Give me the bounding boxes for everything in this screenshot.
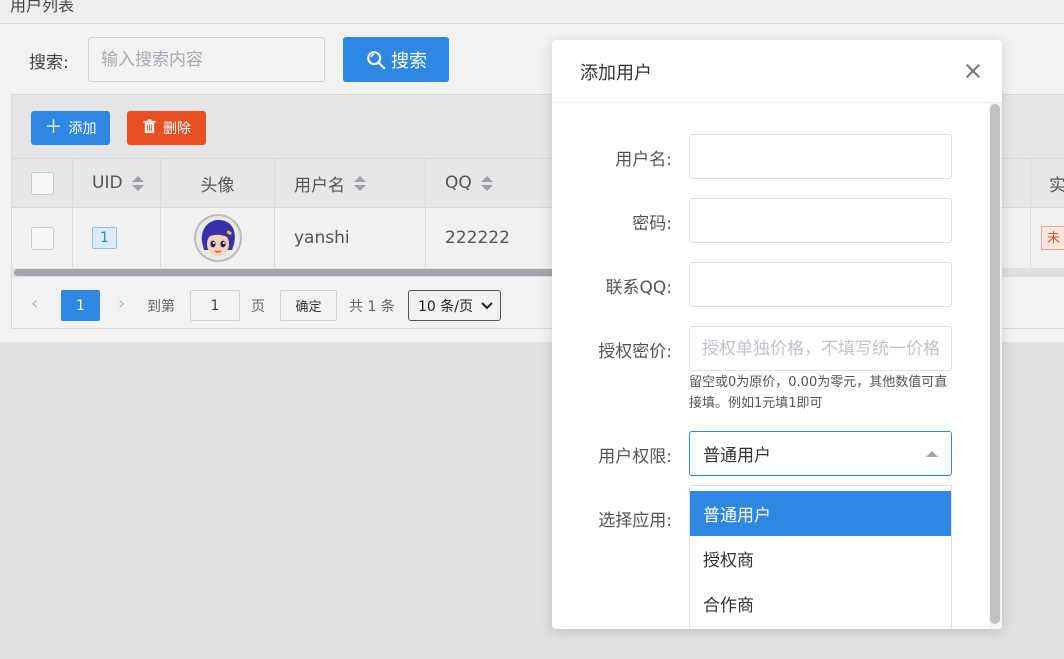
row-status-cell: 未 <box>1030 208 1064 268</box>
header-avatar: 头像 <box>161 159 275 207</box>
search-input[interactable] <box>88 37 325 82</box>
header-status-label: 实 <box>1049 175 1064 196</box>
header-username[interactable]: 用户名 <box>275 159 426 207</box>
row-avatar-cell <box>161 208 275 268</box>
scrollbar-thumb[interactable] <box>14 269 594 276</box>
row-username-cell: yanshi <box>275 208 426 268</box>
caret-up-icon <box>926 451 938 457</box>
avatar <box>193 214 242 262</box>
search-button[interactable]: 搜索 <box>343 37 449 82</box>
app-label: 选择应用: <box>598 511 672 531</box>
header-uid-label: UID <box>92 173 123 193</box>
total-count: 共 1 条 <box>349 299 395 315</box>
header-qq-label: QQ <box>445 173 472 193</box>
dialog-title: 添加用户 <box>580 63 652 84</box>
password-input[interactable] <box>689 198 952 243</box>
trash-icon <box>142 118 157 138</box>
price-input[interactable] <box>689 326 952 371</box>
select-all-checkbox[interactable] <box>30 171 54 195</box>
username-label: 用户名: <box>615 150 672 170</box>
search-button-label: 搜索 <box>391 50 427 72</box>
header-username-label: 用户名 <box>294 175 345 196</box>
breadcrumb: 用户列表 <box>10 0 75 15</box>
header-select-all <box>12 159 73 207</box>
qq-input[interactable] <box>689 262 952 307</box>
chevron-down-icon <box>481 301 493 309</box>
price-label: 授权密价: <box>598 342 672 362</box>
header-uid[interactable]: UID <box>73 159 161 207</box>
delete-user-button[interactable]: 删除 <box>127 111 206 145</box>
next-page-icon[interactable]: › <box>118 293 125 314</box>
username-input[interactable] <box>689 134 952 179</box>
page-size-value: 10 条/页 <box>418 298 473 315</box>
row-username: yanshi <box>294 228 350 248</box>
sort-icon[interactable] <box>354 175 366 191</box>
row-checkbox[interactable] <box>30 226 54 250</box>
page-size-select[interactable]: 10 条/页 <box>408 290 501 321</box>
role-dropdown: 普通用户 授权商 合作商 <box>689 485 952 629</box>
row-select-cell <box>12 208 73 268</box>
goto-prefix: 到第 <box>147 299 175 315</box>
add-button-label: 添加 <box>68 121 97 137</box>
sort-icon[interactable] <box>131 175 144 191</box>
goto-suffix: 页 <box>251 299 265 315</box>
close-icon[interactable] <box>963 61 983 81</box>
role-option-normal[interactable]: 普通用户 <box>690 491 951 536</box>
add-user-button[interactable]: ＋ 添加 <box>31 111 110 145</box>
search-icon <box>367 50 386 69</box>
search-label: 搜索: <box>29 53 69 73</box>
uid-badge: 1 <box>92 227 117 249</box>
header-status: 实 <box>1030 159 1064 207</box>
goto-confirm-button[interactable]: 确定 <box>280 290 337 321</box>
role-option-partner[interactable]: 合作商 <box>690 581 951 626</box>
role-option-agent[interactable]: 授权商 <box>690 536 951 581</box>
row-qq: 222222 <box>445 228 510 248</box>
qq-label: 联系QQ: <box>605 278 673 298</box>
page-number-current[interactable]: 1 <box>61 290 100 321</box>
price-hint: 留空或0为原价，0.00为零元，其他数值可直接填。例如1元填1即可 <box>689 375 948 411</box>
dialog-vertical-scrollbar[interactable] <box>989 103 1002 629</box>
role-select[interactable]: 普通用户 <box>689 431 952 476</box>
prev-page-icon[interactable]: ‹ <box>31 293 38 314</box>
role-label: 用户权限: <box>598 447 672 467</box>
goto-page-input[interactable] <box>190 290 240 321</box>
page-header: 用户列表 <box>0 0 1064 24</box>
delete-button-label: 删除 <box>163 121 191 137</box>
add-user-dialog: 添加用户 用户名: 密码: 联系QQ: 授权密价: 留空或0为原价，0.00为零… <box>552 40 1002 629</box>
role-select-value: 普通用户 <box>703 446 771 466</box>
status-badge: 未 <box>1041 226 1064 250</box>
header-avatar-label: 头像 <box>200 175 235 196</box>
dialog-header: 添加用户 <box>552 40 1002 103</box>
scrollbar-thumb[interactable] <box>990 104 1000 624</box>
plus-icon: ＋ <box>44 117 63 138</box>
sort-icon[interactable] <box>480 175 493 191</box>
password-label: 密码: <box>632 214 672 234</box>
row-uid-cell: 1 <box>73 208 161 268</box>
